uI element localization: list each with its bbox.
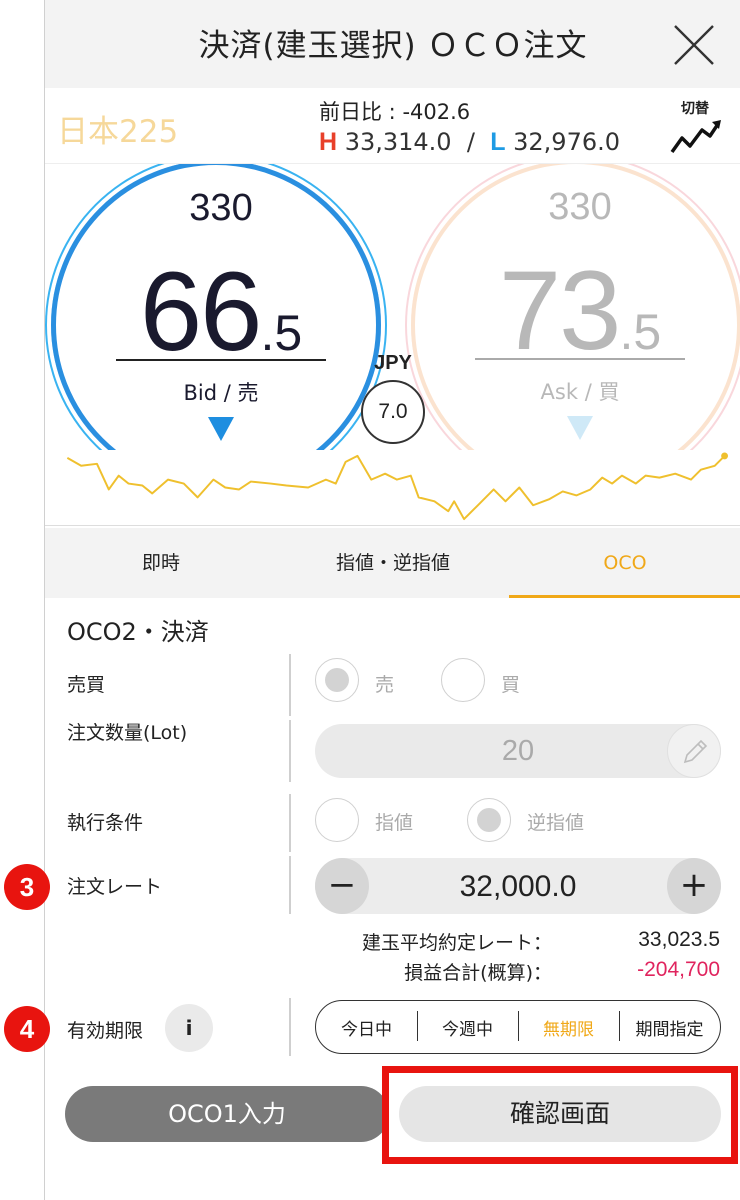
high-value: 33,314.0 <box>344 128 452 156</box>
side-buy-radio[interactable] <box>441 658 485 702</box>
change-value: -402.6 <box>402 100 471 124</box>
bid-down-arrow-icon <box>208 417 234 441</box>
side-label: 売買 <box>67 674 106 696</box>
market-info: 日本225 前日比 : -402.6 H 33,314.0 / L 32,976… <box>45 88 740 164</box>
prev-day-change: 前日比 : -402.6 <box>319 96 470 126</box>
hl-separator: / <box>466 128 475 156</box>
qty-label: 注文数量(Lot) <box>67 722 188 744</box>
order-panel: 決済(建玉選択) ＯＣＯ注文 日本225 前日比 : -402.6 H 33,3… <box>44 0 740 1200</box>
rate-increment-button[interactable]: + <box>667 858 721 914</box>
bid-label: Bid / 売 <box>183 381 259 405</box>
price-sparkline <box>45 452 740 526</box>
expiry-info-button[interactable]: i <box>165 1004 213 1052</box>
ask-button[interactable]: 330 73.5 Ask / 買 <box>411 164 740 450</box>
rate-stepper: 32,000.0 − + <box>315 858 721 914</box>
header: 決済(建玉選択) ＯＣＯ注文 <box>45 0 740 88</box>
rate-label: 注文レート <box>67 876 163 898</box>
trend-chart-icon <box>670 120 721 154</box>
cond-limit-label: 指値 <box>375 812 414 834</box>
page-title: 決済(建玉選択) ＯＣＯ注文 <box>198 28 588 64</box>
bid-price-decimal: .5 <box>260 305 303 361</box>
oco1-input-button[interactable]: OCO1入力 <box>65 1086 389 1142</box>
ask-qty: 330 <box>548 186 612 228</box>
cond-stop-radio[interactable] <box>467 798 511 842</box>
cond-stop-label: 逆指値 <box>527 812 585 834</box>
ask-underline <box>475 358 685 360</box>
high-low: H 33,314.0 / L 32,976.0 <box>319 128 620 157</box>
step-4-badge: 4 <box>4 1006 50 1052</box>
order-type-tabs: 即時 指値・逆指値 OCO <box>45 528 740 598</box>
highlight-box <box>382 1066 738 1164</box>
pnl-label: 損益合計(概算)： <box>404 962 552 984</box>
tab-oco[interactable]: OCO <box>509 528 740 598</box>
divider <box>289 794 291 852</box>
spread-value: 7.0 <box>361 380 425 444</box>
side-sell-label: 売 <box>375 674 395 696</box>
expiry-label: 有効期限 <box>67 1020 144 1042</box>
pnl-value: -204,700 <box>637 958 720 981</box>
condition-label: 執行条件 <box>67 812 144 834</box>
ask-price-main: 73 <box>498 248 622 373</box>
ask-label: Ask / 買 <box>540 380 620 404</box>
bid-qty: 330 <box>189 187 253 229</box>
step-3-badge: 3 <box>4 864 50 910</box>
qty-field[interactable]: 20 <box>315 724 721 778</box>
change-label: 前日比 : <box>319 100 396 124</box>
symbol-name: 日本225 <box>57 114 179 150</box>
low-value: 32,976.0 <box>513 128 620 156</box>
bid-button[interactable]: 330 66.5 Bid / 売 <box>51 164 381 450</box>
cond-limit-radio[interactable] <box>315 798 359 842</box>
close-icon <box>674 25 714 65</box>
expiry-this-week[interactable]: 今週中 <box>417 1010 518 1041</box>
bid-price-main: 66 <box>139 249 263 374</box>
expiry-selector: 今日中 今週中 無期限 期間指定 <box>315 1000 721 1054</box>
ask-down-arrow-icon <box>567 416 593 440</box>
divider <box>289 856 291 914</box>
low-letter: L <box>490 128 506 156</box>
side-buy-label: 買 <box>501 674 521 696</box>
divider <box>289 654 291 716</box>
ask-price-decimal: .5 <box>619 304 662 360</box>
ask-price: 73.5 <box>415 246 740 375</box>
rate-value[interactable]: 32,000.0 <box>315 858 721 916</box>
expiry-indefinite[interactable]: 無期限 <box>518 1010 619 1041</box>
qty-value: 20 <box>501 735 535 767</box>
avg-rate-label: 建玉平均約定レート： <box>361 932 552 954</box>
edit-qty-button[interactable] <box>667 724 721 778</box>
section-title: OCO2・決済 <box>67 618 209 646</box>
chart-switch-button[interactable]: 切替 <box>667 98 723 158</box>
tab-limit-stop[interactable]: 指値・逆指値 <box>277 528 509 598</box>
high-letter: H <box>319 128 338 156</box>
price-area: 330 66.5 Bid / 売 330 73.5 Ask / 買 JPY 7.… <box>45 164 740 450</box>
currency-label: JPY <box>374 352 412 374</box>
switch-label: 切替 <box>681 101 709 117</box>
tab-immediate[interactable]: 即時 <box>45 528 277 598</box>
side-sell-radio[interactable] <box>315 658 359 702</box>
bid-price: 66.5 <box>56 247 386 376</box>
divider <box>289 998 291 1056</box>
avg-rate-value: 33,023.5 <box>638 928 720 951</box>
expiry-today[interactable]: 今日中 <box>316 1015 417 1040</box>
rate-decrement-button[interactable]: − <box>315 858 369 914</box>
close-button[interactable] <box>673 24 715 66</box>
pencil-icon <box>683 739 708 764</box>
divider <box>289 720 291 782</box>
bid-underline <box>116 359 326 361</box>
expiry-specify-period[interactable]: 期間指定 <box>619 1010 720 1041</box>
